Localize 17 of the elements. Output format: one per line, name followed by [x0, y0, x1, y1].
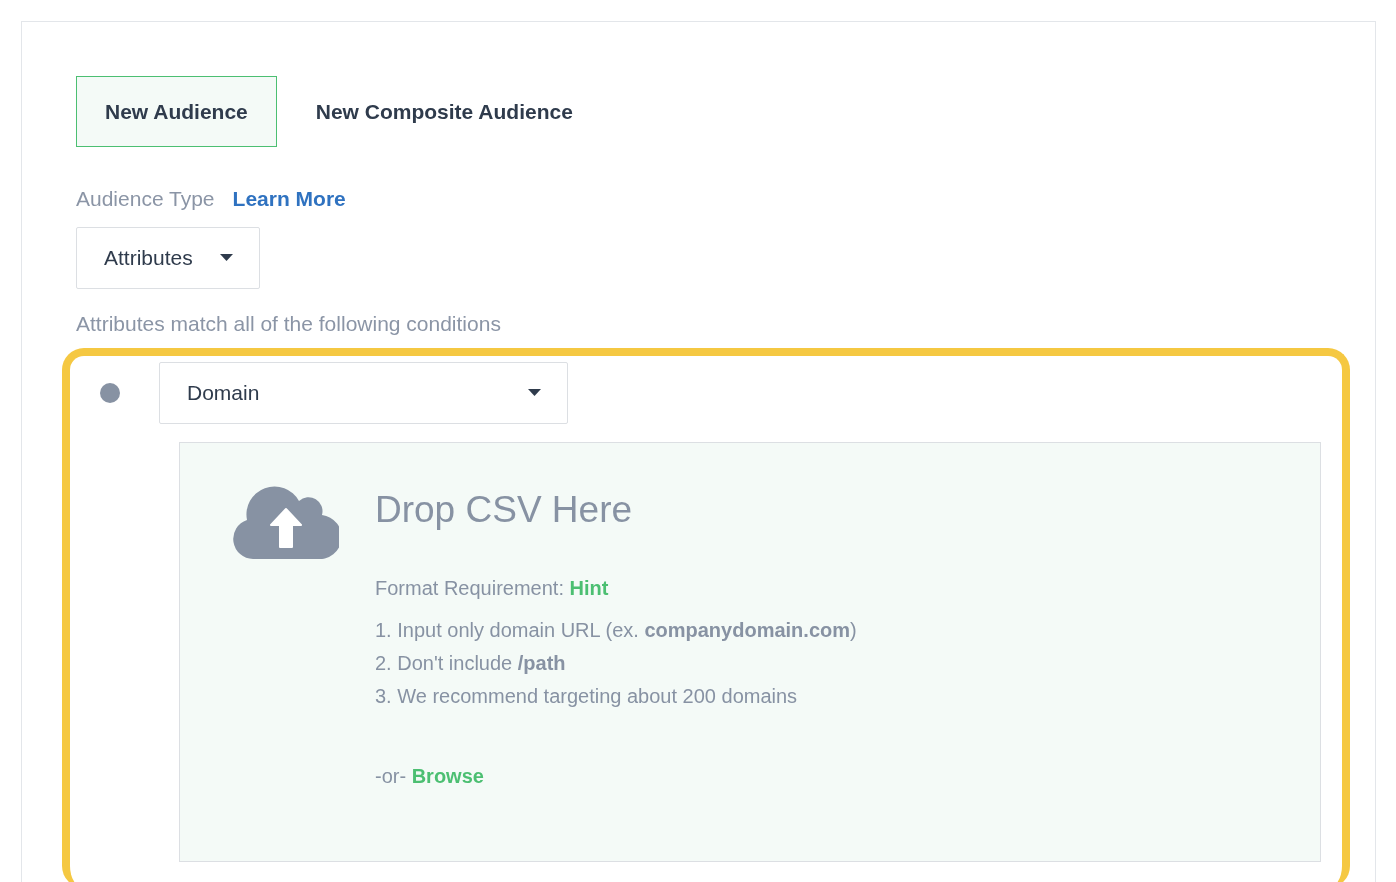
drop-title: Drop CSV Here [375, 489, 634, 531]
learn-more-link[interactable]: Learn More [232, 187, 346, 211]
caret-icon [528, 389, 541, 397]
or-text: -or- [375, 765, 407, 787]
audience-type-dropdown[interactable]: Attributes [76, 227, 260, 289]
requirement-text: 1. Input only domain URL (ex. companydomain.com) [375, 618, 857, 643]
cloud-upload-icon [233, 485, 339, 559]
requirement-text: 3. We recommend targeting about 200 domains [375, 684, 799, 709]
format-label: Format Requirement: [375, 577, 564, 599]
field-label: Audience Type [76, 187, 215, 211]
requirement-text: 2. Don't include /path [375, 651, 567, 676]
field-dropdown[interactable]: Domain [159, 362, 568, 424]
conditions-text: Attributes match all of the following conditions [76, 312, 501, 335]
tab[interactable]: New Audience [76, 76, 277, 147]
bullet-dot [100, 383, 120, 403]
tab[interactable]: New Composite Audience [286, 76, 602, 147]
caret-icon [220, 254, 233, 262]
